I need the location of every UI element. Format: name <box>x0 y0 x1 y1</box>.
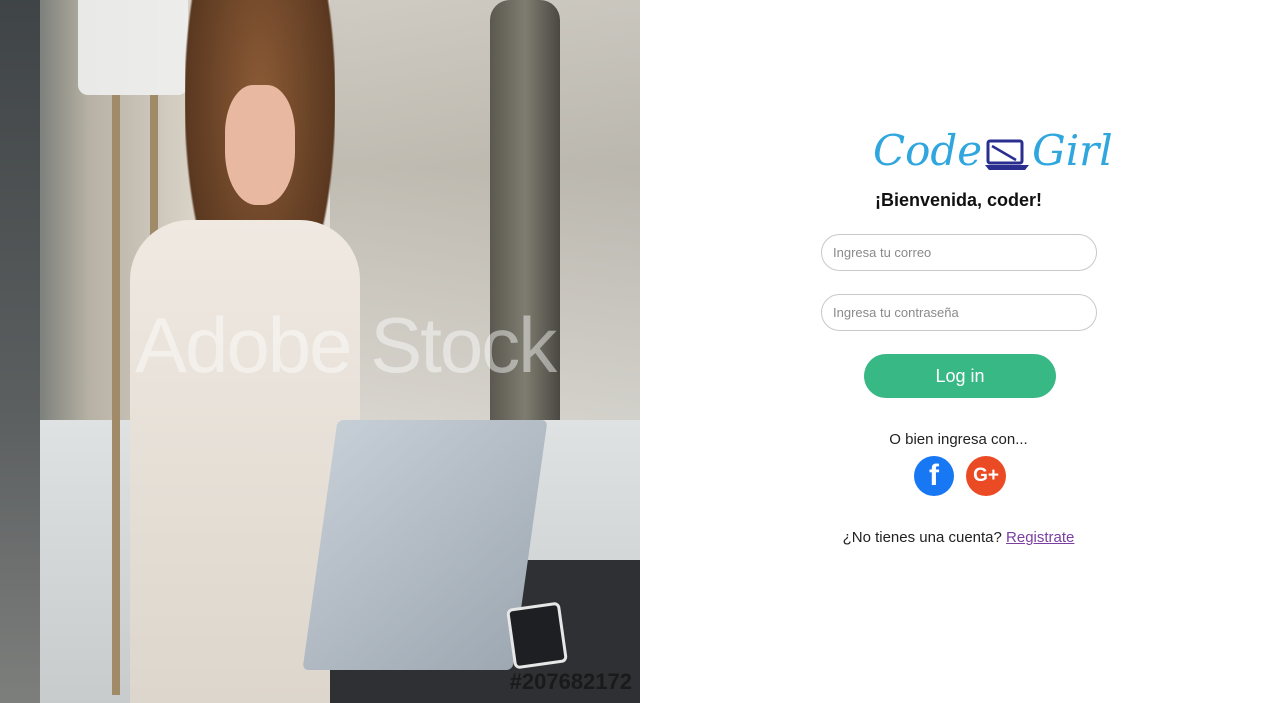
laptop-icon <box>984 133 1030 170</box>
social-login: f G+ <box>914 456 1006 496</box>
login-panel: Code Girl ¡Bienvenida, coder! Log in O b… <box>640 0 1277 703</box>
google-plus-icon[interactable]: G+ <box>966 456 1006 496</box>
lamp-shade <box>78 0 188 95</box>
signup-prompt: ¿No tienes una cuenta? <box>842 529 1002 546</box>
hero-photo: Adobe Stock #207682172 <box>0 0 640 703</box>
password-field[interactable] <box>821 294 1097 331</box>
login-button[interactable]: Log in <box>864 354 1056 398</box>
woman-face <box>225 85 295 205</box>
lamp-pole <box>112 95 120 695</box>
logo-text-left: Code <box>873 125 983 175</box>
signup-row: ¿No tienes una cuenta? Registrate <box>640 529 1277 546</box>
register-link[interactable]: Registrate <box>1006 529 1074 546</box>
email-field[interactable] <box>821 234 1097 271</box>
logo-text-right: Girl <box>1032 125 1113 175</box>
phone-image <box>506 601 568 670</box>
app-logo: Code Girl <box>873 120 1113 180</box>
photo-stock-id: #207682172 <box>509 669 632 694</box>
alt-login-text: O bien ingresa con... <box>889 431 1028 448</box>
photo-watermark: Adobe Stock <box>135 301 557 389</box>
window-frame <box>0 0 40 703</box>
welcome-heading: ¡Bienvenida, coder! <box>874 190 1043 210</box>
facebook-icon[interactable]: f <box>914 456 954 496</box>
